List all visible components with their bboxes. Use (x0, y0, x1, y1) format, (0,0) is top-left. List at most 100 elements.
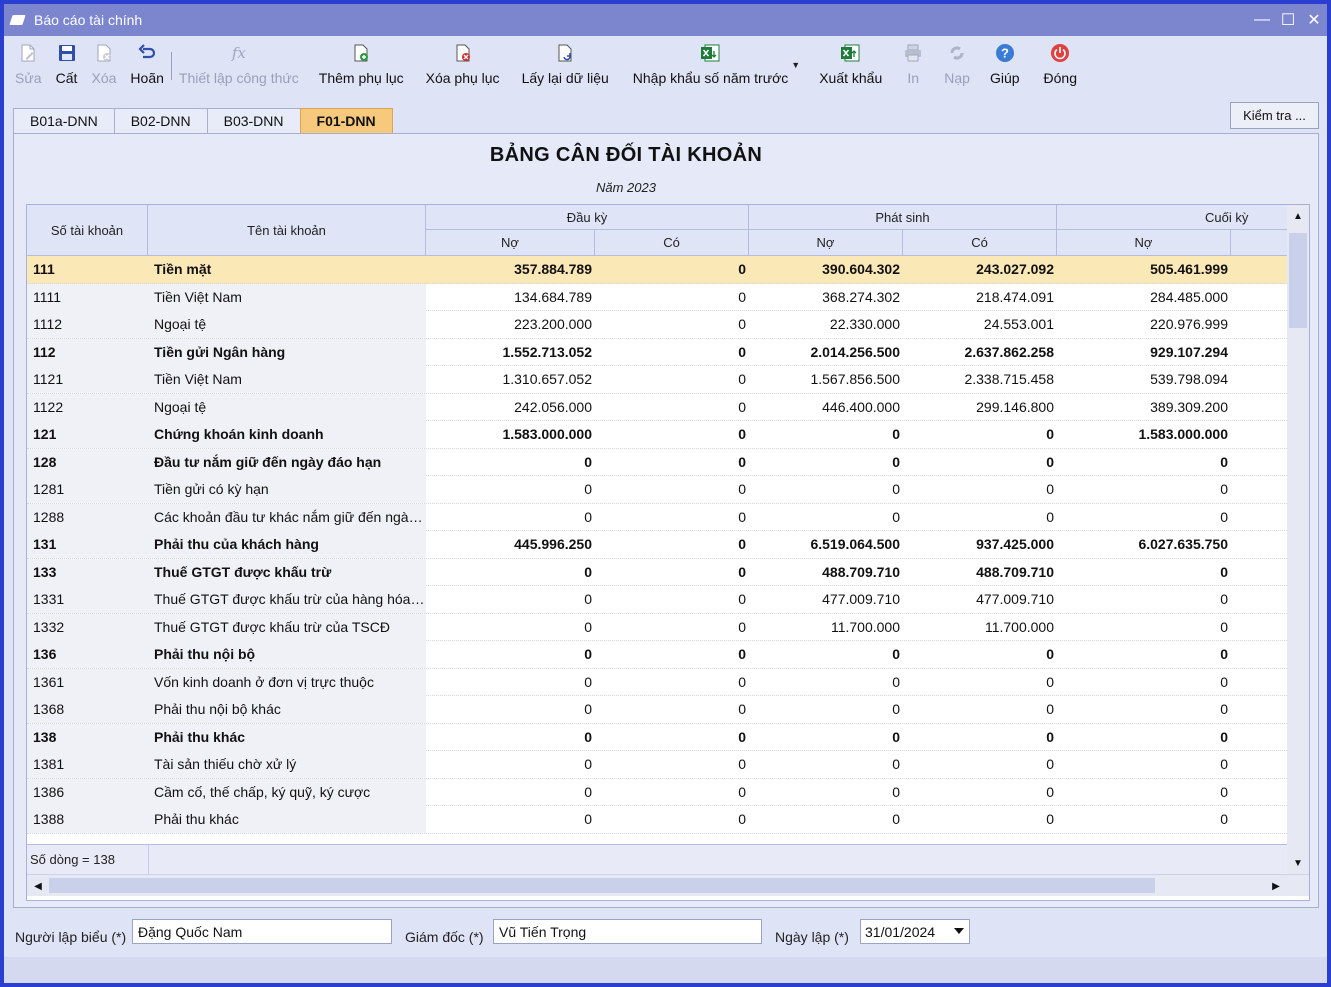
tab-b01a-dnn[interactable]: B01a-DNN (13, 108, 115, 133)
cell-closing-debit[interactable]: 539.798.094 (1057, 366, 1231, 393)
cell-opening-credit[interactable]: 0 (595, 421, 749, 448)
cell-name[interactable]: Vốn kinh doanh ở đơn vị trực thuộc (148, 668, 426, 696)
cell-opening-credit[interactable]: 0 (595, 366, 749, 393)
horizontal-scroll-thumb[interactable] (49, 878, 1155, 893)
cell-movement-credit[interactable]: 488.709.710 (903, 559, 1057, 586)
table-row[interactable]: 1111 Tiền Việt Nam 134.684.789 0 368.274.302… (27, 283, 1287, 311)
cell-movement-debit[interactable]: 0 (749, 504, 903, 531)
delete-button[interactable]: Xóa (85, 36, 124, 100)
cell-name[interactable]: Thuế GTGT được khấu trừ của TSCĐ (148, 613, 426, 641)
header-movement-credit[interactable]: Có (903, 230, 1057, 256)
cell-opening-debit[interactable]: 242.056.000 (426, 394, 595, 421)
table-row[interactable]: 1388 Phải thu khác 0 0 0 0 0 (27, 806, 1287, 834)
cell-code[interactable]: 1381 (27, 751, 148, 778)
cell-movement-debit[interactable]: 446.400.000 (749, 394, 903, 421)
cell-movement-debit[interactable]: 0 (749, 669, 903, 696)
cell-movement-credit[interactable]: 0 (903, 669, 1057, 696)
horizontal-scrollbar[interactable]: ◀ ▶ (27, 874, 1309, 896)
cell-opening-credit[interactable]: 0 (595, 806, 749, 833)
cell-closing-debit[interactable]: 929.107.294 (1057, 339, 1231, 366)
cell-code[interactable]: 1332 (27, 613, 148, 641)
undo-button[interactable]: Hoãn (123, 36, 170, 100)
formula-setup-button[interactable]: fx Thiết lập công thức (172, 36, 306, 100)
table-row[interactable]: 1331 Thuế GTGT được khấu trừ của hàng hóa… (27, 586, 1287, 614)
cell-movement-debit[interactable]: 0 (749, 724, 903, 751)
table-row[interactable]: 1112 Ngoại tệ 223.200.000 0 22.330.000 24.553… (27, 311, 1287, 339)
cell-closing-debit[interactable]: 0 (1057, 449, 1231, 476)
cell-name[interactable]: Ngoại tệ (148, 311, 426, 338)
cell-code[interactable]: 133 (27, 558, 148, 586)
table-row[interactable]: 128 Đầu tư nắm giữ đến ngày đáo hạn 0 0 0 0 0 (27, 448, 1287, 476)
table-row[interactable]: 1122 Ngoại tệ 242.056.000 0 446.400.000 299.1… (27, 393, 1287, 421)
cell-opening-debit[interactable]: 0 (426, 724, 595, 751)
table-row[interactable]: 111 Tiền mặt 357.884.789 0 390.604.302 243.02… (27, 256, 1287, 284)
cell-opening-credit[interactable]: 0 (595, 449, 749, 476)
cell-opening-credit[interactable]: 0 (595, 751, 749, 778)
cell-name[interactable]: Phải thu nội bộ (148, 641, 426, 668)
cell-code[interactable]: 1121 (27, 366, 148, 393)
cell-closing-debit[interactable]: 1.583.000.000 (1057, 421, 1231, 448)
cell-name[interactable]: Phải thu khác (148, 806, 426, 833)
cell-opening-debit[interactable]: 223.200.000 (426, 311, 595, 338)
header-account-code[interactable]: Số tài khoản (27, 205, 148, 256)
export-button[interactable]: Xuất khẩu (812, 36, 889, 100)
cell-movement-debit[interactable]: 0 (749, 421, 903, 448)
cell-movement-debit[interactable]: 1.567.856.500 (749, 366, 903, 393)
cell-movement-debit[interactable]: 11.700.000 (749, 614, 903, 641)
table-row[interactable]: 1288 Các khoản đầu tư khác nắm giữ đến ng… (27, 503, 1287, 531)
cell-movement-credit[interactable]: 0 (903, 449, 1057, 476)
cell-opening-credit[interactable]: 0 (595, 724, 749, 751)
cell-movement-credit[interactable]: 0 (903, 421, 1057, 448)
edit-button[interactable]: Sửa (8, 36, 49, 100)
cell-closing-debit[interactable]: 284.485.000 (1057, 284, 1231, 311)
cell-movement-credit[interactable]: 0 (903, 476, 1057, 503)
date-dropdown-caret-icon[interactable] (954, 928, 964, 934)
cell-opening-credit[interactable]: 0 (595, 696, 749, 723)
cell-opening-debit[interactable]: 134.684.789 (426, 284, 595, 311)
cell-movement-debit[interactable]: 6.519.064.500 (749, 531, 903, 558)
cell-closing-debit[interactable]: 0 (1057, 724, 1231, 751)
cell-code[interactable]: 128 (27, 448, 148, 476)
cell-closing-debit[interactable]: 0 (1057, 669, 1231, 696)
cell-movement-debit[interactable]: 0 (749, 779, 903, 806)
cell-opening-debit[interactable]: 0 (426, 559, 595, 586)
cell-name[interactable]: Thuế GTGT được khấu trừ (148, 558, 426, 586)
cell-name[interactable]: Phải thu khác (148, 723, 426, 751)
cell-opening-debit[interactable]: 0 (426, 751, 595, 778)
cell-closing-debit[interactable]: 0 (1057, 696, 1231, 723)
cell-opening-debit[interactable]: 1.310.657.052 (426, 366, 595, 393)
cell-code[interactable]: 1111 (27, 283, 148, 311)
print-button[interactable]: In (895, 36, 931, 100)
cell-movement-debit[interactable]: 0 (749, 449, 903, 476)
cell-opening-credit[interactable]: 0 (595, 559, 749, 586)
table-row[interactable]: 1368 Phải thu nội bộ khác 0 0 0 0 0 (27, 696, 1287, 724)
cell-opening-debit[interactable]: 0 (426, 669, 595, 696)
minimize-icon[interactable]: — (1249, 4, 1275, 36)
cell-closing-debit[interactable]: 220.976.999 (1057, 311, 1231, 338)
cell-closing-debit[interactable]: 0 (1057, 751, 1231, 778)
cell-name[interactable]: Chứng khoán kinh doanh (148, 421, 426, 448)
cell-movement-credit[interactable]: 0 (903, 724, 1057, 751)
table-row[interactable]: 1281 Tiền gửi có kỳ hạn 0 0 0 0 0 (27, 476, 1287, 504)
cell-opening-credit[interactable]: 0 (595, 586, 749, 613)
tab-f01-dnn[interactable]: F01-DNN (299, 108, 393, 133)
header-closing-debit[interactable]: Nợ (1057, 230, 1231, 256)
cell-opening-credit[interactable]: 0 (595, 641, 749, 668)
cell-movement-debit[interactable]: 0 (749, 476, 903, 503)
vertical-scroll-thumb[interactable] (1289, 233, 1307, 328)
cell-opening-debit[interactable]: 0 (426, 449, 595, 476)
cell-opening-credit[interactable]: 0 (595, 779, 749, 806)
cell-movement-debit[interactable]: 0 (749, 696, 903, 723)
cell-opening-credit[interactable]: 0 (595, 256, 749, 283)
header-opening-debit[interactable]: Nợ (426, 230, 595, 256)
table-row[interactable]: 1361 Vốn kinh doanh ở đơn vị trực thuộc 0 0… (27, 668, 1287, 696)
cell-name[interactable]: Ngoại tệ (148, 393, 426, 421)
header-movement-debit[interactable]: Nợ (749, 230, 903, 256)
cell-code[interactable]: 1288 (27, 503, 148, 531)
cell-movement-debit[interactable]: 0 (749, 641, 903, 668)
cell-code[interactable]: 1386 (27, 778, 148, 806)
check-button[interactable]: Kiểm tra ... (1230, 102, 1319, 129)
cell-name[interactable]: Đầu tư nắm giữ đến ngày đáo hạn (148, 448, 426, 476)
table-row[interactable]: 138 Phải thu khác 0 0 0 0 0 (27, 723, 1287, 751)
table-row[interactable]: 121 Chứng khoán kinh doanh 1.583.000.000 0 0… (27, 421, 1287, 449)
